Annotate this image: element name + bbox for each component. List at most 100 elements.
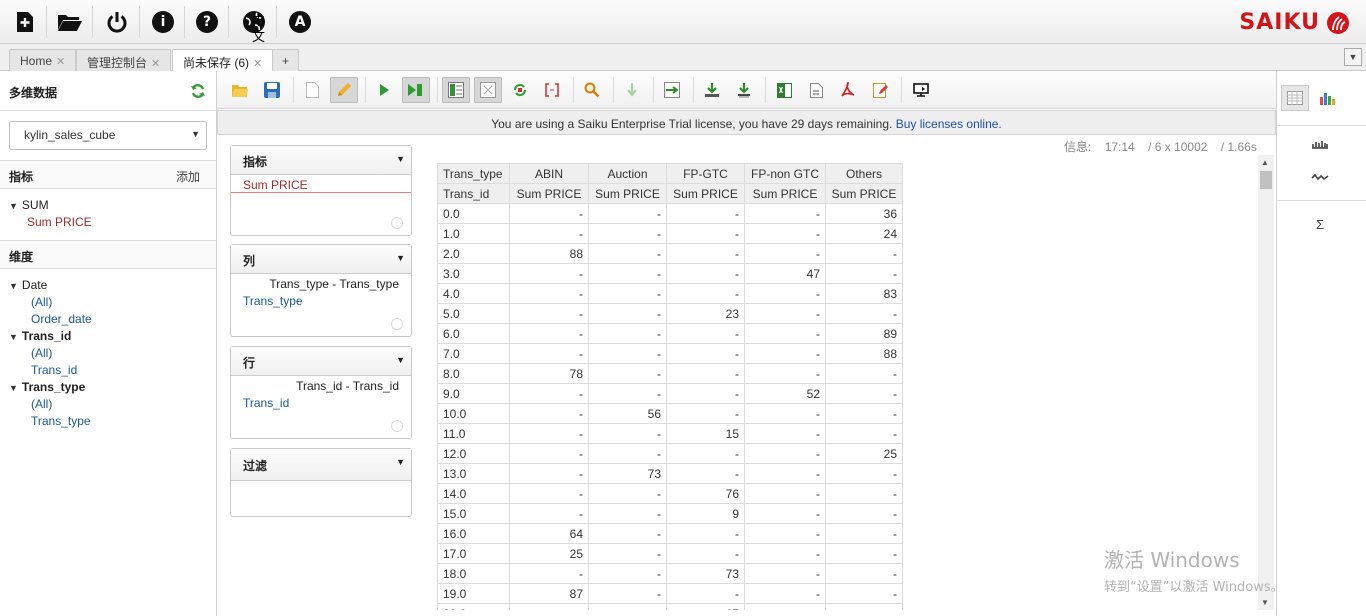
- data-cell[interactable]: -: [744, 403, 826, 424]
- panel-dropdown-icon[interactable]: ▼: [396, 457, 405, 467]
- data-cell[interactable]: 83: [825, 283, 903, 304]
- data-cell[interactable]: -: [825, 423, 903, 444]
- row-header-cell[interactable]: 17.0: [437, 543, 510, 564]
- tab-admin-console[interactable]: 管理控制台 ✕: [76, 49, 172, 71]
- hide-parents-icon[interactable]: [474, 77, 502, 103]
- close-icon[interactable]: ✕: [253, 58, 262, 70]
- dimension-trans-id[interactable]: ▼ Trans_id: [9, 329, 216, 346]
- data-cell[interactable]: -: [825, 263, 903, 284]
- data-cell[interactable]: -: [825, 503, 903, 524]
- expand-triangle-icon[interactable]: ▼: [9, 281, 18, 291]
- data-cell[interactable]: -: [588, 263, 667, 284]
- data-cell[interactable]: -: [744, 443, 826, 464]
- data-cell[interactable]: 36: [825, 203, 903, 224]
- row-header-cell[interactable]: 16.0: [437, 523, 510, 544]
- measure-header[interactable]: Sum PRICE: [666, 183, 745, 204]
- data-cell[interactable]: -: [666, 543, 745, 564]
- data-cell[interactable]: -: [588, 223, 667, 244]
- zoom-icon[interactable]: [578, 77, 606, 103]
- scroll-thumb[interactable]: [1260, 171, 1272, 189]
- data-cell[interactable]: -: [509, 403, 589, 424]
- level-item[interactable]: (All): [9, 346, 216, 363]
- data-cell[interactable]: -: [666, 203, 745, 224]
- data-cell[interactable]: -: [825, 523, 903, 544]
- data-cell[interactable]: -: [666, 243, 745, 264]
- panel-settings-icon[interactable]: [391, 420, 403, 432]
- data-cell[interactable]: -: [509, 463, 589, 484]
- row-header-cell[interactable]: 19.0: [437, 583, 510, 604]
- expand-triangle-icon[interactable]: ▼: [9, 332, 18, 342]
- run-query-icon[interactable]: [370, 77, 398, 103]
- export-pdf-icon[interactable]: [834, 77, 862, 103]
- measure-group[interactable]: ▼ SUM: [9, 198, 216, 215]
- data-cell[interactable]: -: [825, 483, 903, 504]
- data-cell[interactable]: 87: [509, 583, 589, 604]
- dimension-date[interactable]: ▼ Date: [9, 278, 216, 295]
- new-document-icon[interactable]: [298, 77, 326, 103]
- row-header-cell[interactable]: 4.0: [437, 283, 510, 304]
- data-cell[interactable]: -: [588, 323, 667, 344]
- filter-drop-panel[interactable]: 过滤 ▼: [230, 448, 412, 517]
- panel-settings-icon[interactable]: [391, 217, 403, 229]
- data-cell[interactable]: -: [744, 483, 826, 504]
- admin-a-icon[interactable]: A: [285, 7, 315, 37]
- open-query-icon[interactable]: [226, 77, 254, 103]
- data-cell[interactable]: -: [588, 603, 667, 610]
- row-header-cell[interactable]: 11.0: [437, 423, 510, 444]
- refresh-icon[interactable]: [190, 83, 206, 99]
- row-header-cell[interactable]: 14.0: [437, 483, 510, 504]
- measure-header[interactable]: Sum PRICE: [744, 183, 826, 204]
- data-cell[interactable]: -: [666, 383, 745, 404]
- data-cell[interactable]: -: [744, 343, 826, 364]
- data-cell[interactable]: -: [744, 223, 826, 244]
- column-dimension-label[interactable]: Trans_type: [437, 163, 510, 184]
- data-cell[interactable]: -: [744, 563, 826, 584]
- close-icon[interactable]: ✕: [56, 56, 65, 68]
- data-cell[interactable]: -: [509, 303, 589, 324]
- data-cell[interactable]: -: [744, 543, 826, 564]
- data-cell[interactable]: -: [744, 423, 826, 444]
- row-header-cell[interactable]: 2.0: [437, 243, 510, 264]
- data-cell[interactable]: -: [666, 583, 745, 604]
- data-cell[interactable]: -: [666, 343, 745, 364]
- data-cell[interactable]: -: [588, 243, 667, 264]
- expand-triangle-icon[interactable]: ▼: [9, 201, 18, 211]
- data-cell[interactable]: -: [588, 363, 667, 384]
- data-cell[interactable]: -: [509, 563, 589, 584]
- vertical-scrollbar[interactable]: ▲ ▼: [1258, 155, 1274, 610]
- drill-down-icon[interactable]: [618, 77, 646, 103]
- data-cell[interactable]: -: [666, 283, 745, 304]
- data-cell[interactable]: -: [825, 583, 903, 604]
- buy-license-link[interactable]: Buy licenses online.: [896, 117, 1002, 131]
- data-cell[interactable]: -: [666, 363, 745, 384]
- data-cell[interactable]: -: [825, 383, 903, 404]
- presentation-mode-icon[interactable]: [907, 77, 935, 103]
- row-header-cell[interactable]: 18.0: [437, 563, 510, 584]
- data-cell[interactable]: 67: [666, 603, 745, 610]
- info-icon[interactable]: i: [148, 7, 178, 37]
- data-cell[interactable]: -: [744, 243, 826, 264]
- row-header-cell[interactable]: 3.0: [437, 263, 510, 284]
- data-cell[interactable]: -: [588, 303, 667, 324]
- row-header-cell[interactable]: 9.0: [437, 383, 510, 404]
- panel-dropdown-icon[interactable]: ▼: [396, 253, 405, 263]
- row-header-cell[interactable]: 5.0: [437, 303, 510, 324]
- row-header-cell[interactable]: 20.0: [437, 603, 510, 610]
- cube-select[interactable]: kylin_sales_cube ▼: [9, 121, 207, 150]
- data-cell[interactable]: -: [666, 323, 745, 344]
- data-cell[interactable]: -: [509, 483, 589, 504]
- panel-dropdown-icon[interactable]: ▼: [396, 154, 405, 164]
- data-cell[interactable]: -: [744, 323, 826, 344]
- panel-settings-icon[interactable]: [391, 318, 403, 330]
- selected-measure[interactable]: Sum PRICE: [231, 175, 411, 193]
- data-cell[interactable]: 47: [744, 263, 826, 284]
- export-excel-icon[interactable]: [770, 77, 798, 103]
- data-cell[interactable]: 15: [666, 423, 745, 444]
- data-cell[interactable]: -: [588, 523, 667, 544]
- panel-dropdown-icon[interactable]: ▼: [396, 355, 405, 365]
- level-item[interactable]: (All): [9, 295, 216, 312]
- columns-drop-panel[interactable]: 列 ▼ Trans_type - Trans_type Trans_type: [230, 244, 412, 337]
- edit-pencil-icon[interactable]: [330, 77, 358, 103]
- help-icon[interactable]: ?: [192, 7, 222, 37]
- data-cell[interactable]: -: [509, 503, 589, 524]
